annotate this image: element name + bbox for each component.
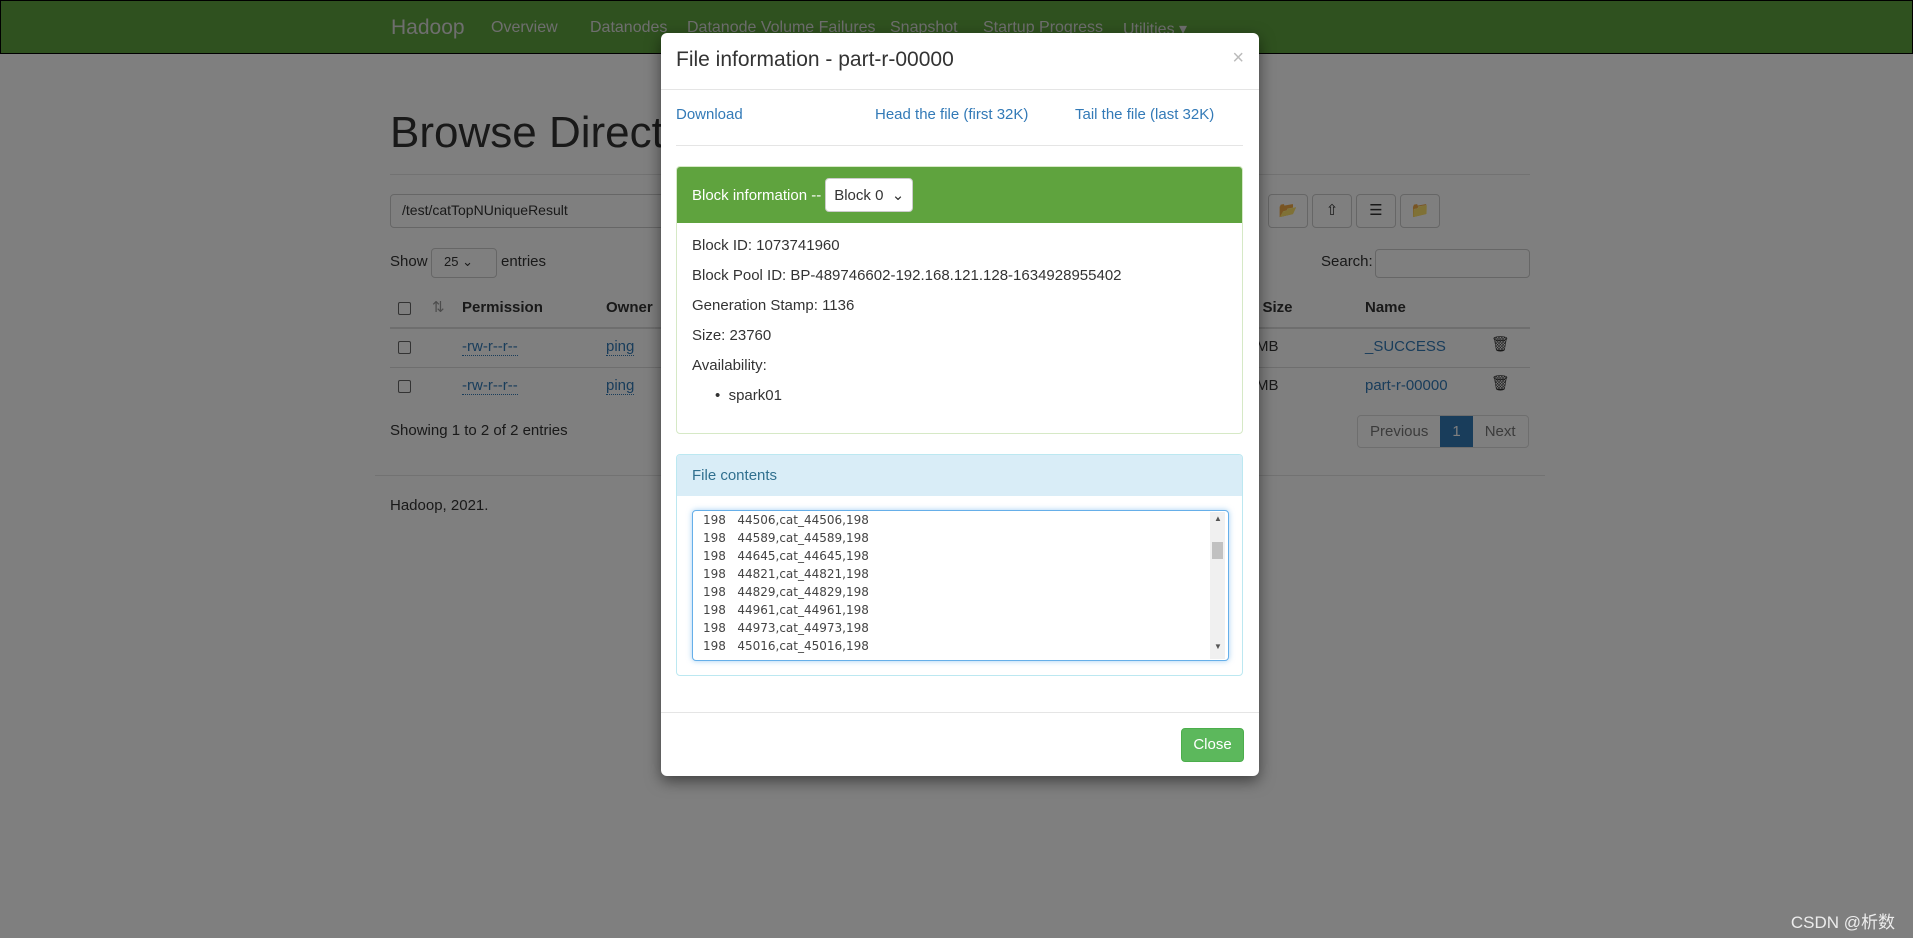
block-info-panel: Block information -- Block 0 ⌄ Block ID:…	[676, 166, 1243, 434]
block-info-label: Block information --	[692, 186, 822, 204]
links-divider	[676, 145, 1243, 146]
content-line: 198 44645,cat_44645,198	[703, 549, 869, 563]
node-name: spark01	[728, 387, 782, 404]
modal-footer-border	[661, 712, 1259, 713]
close-icon[interactable]: ×	[1232, 47, 1244, 70]
content-line: 198 44821,cat_44821,198	[703, 567, 869, 581]
download-link[interactable]: Download	[676, 106, 743, 123]
content-line: 198 44589,cat_44589,198	[703, 531, 869, 545]
availability-label: Availability:	[692, 357, 767, 374]
content-line: 198 44506,cat_44506,198	[703, 513, 869, 527]
watermark: CSDN @析数	[1790, 913, 1895, 932]
block-select-value: Block 0	[834, 186, 884, 204]
content-line: 198 44829,cat_44829,198	[703, 585, 869, 599]
content-line: 198 44973,cat_44973,198	[703, 621, 869, 635]
scroll-down-icon[interactable]: ▼	[1214, 642, 1222, 651]
block-pool-id: Block Pool ID: BP-489746602-192.168.121.…	[692, 267, 1122, 284]
file-info-modal: File information - part-r-00000 × Downlo…	[661, 33, 1259, 776]
content-line: 198 44961,cat_44961,198	[703, 603, 869, 617]
head-file-link[interactable]: Head the file (first 32K)	[875, 106, 1028, 123]
tail-file-link[interactable]: Tail the file (last 32K)	[1075, 106, 1214, 123]
block-info-header: Block information -- Block 0 ⌄	[677, 167, 1242, 223]
availability-node: • spark01	[715, 387, 782, 404]
generation-stamp: Generation Stamp: 1136	[692, 297, 855, 314]
content-line: 198 45016,cat_45016,198	[703, 639, 869, 653]
file-contents-body: 198 44506,cat_44506,198 198 44589,cat_44…	[677, 496, 1242, 676]
block-size: Size: 23760	[692, 327, 772, 344]
close-button[interactable]: Close	[1181, 728, 1244, 762]
block-id: Block ID: 1073741960	[692, 237, 840, 254]
scroll-up-icon[interactable]: ▲	[1214, 514, 1222, 523]
file-contents-panel: File contents 198 44506,cat_44506,198 19…	[676, 454, 1243, 676]
scrollbar-thumb[interactable]	[1212, 542, 1223, 559]
block-select[interactable]: Block 0 ⌄	[825, 178, 914, 212]
file-contents-header: File contents	[677, 455, 1242, 496]
modal-title: File information - part-r-00000	[676, 48, 954, 71]
modal-header-border	[661, 89, 1259, 90]
scrollbar[interactable]: ▲ ▼	[1210, 512, 1225, 659]
file-contents-textarea[interactable]: 198 44506,cat_44506,198 198 44589,cat_44…	[692, 510, 1229, 661]
